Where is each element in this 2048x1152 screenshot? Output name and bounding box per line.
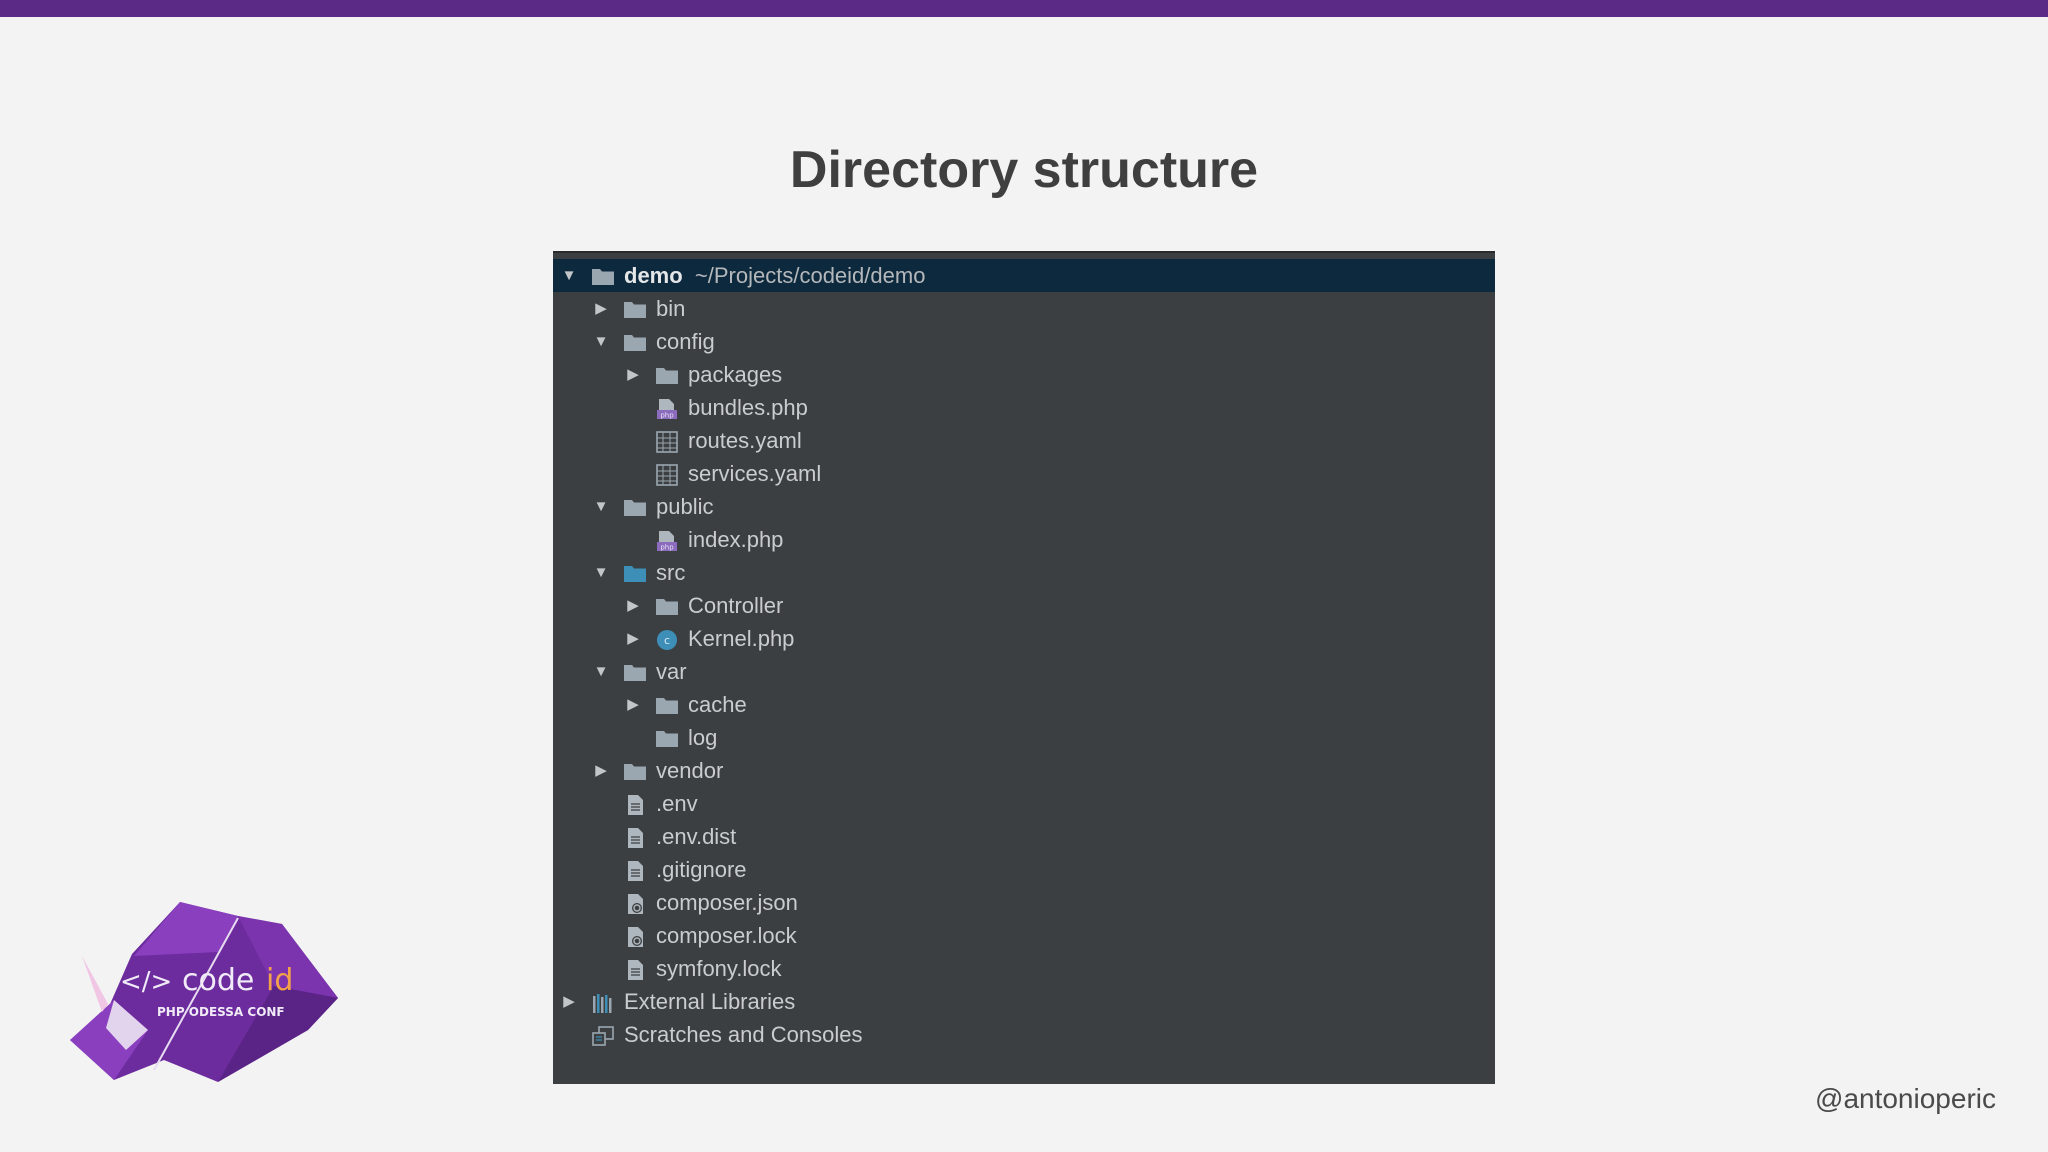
tree-item-label: Scratches and Consoles: [624, 1022, 863, 1047]
tree-item-label: src: [656, 560, 686, 585]
folder-icon: [623, 497, 647, 517]
tree-row-bin[interactable]: ▶ bin: [553, 292, 1495, 325]
folder-icon: [655, 728, 679, 748]
folder-icon: [623, 332, 647, 352]
logo-id-text: id: [266, 963, 293, 998]
tree-item-label: var: [656, 659, 687, 684]
tree-row-log[interactable]: log: [553, 721, 1495, 754]
composer-file-icon: [623, 926, 647, 947]
tree-item-label: packages: [688, 362, 783, 387]
tree-row-kernel-php[interactable]: ▶ c Kernel.php: [553, 622, 1495, 655]
tree-item-label: routes.yaml: [688, 428, 802, 453]
tree-root-label: demo ~/Projects/codeid/demo: [624, 259, 925, 292]
tree-item-label: External Libraries: [624, 989, 796, 1014]
tree-row-index-php[interactable]: php index.php: [553, 523, 1495, 556]
text-file-icon: [623, 794, 647, 815]
collapsed-arrow-icon[interactable]: ▶: [591, 754, 611, 787]
tree-item-label: composer.json: [656, 890, 798, 915]
expanded-arrow-icon[interactable]: ▼: [591, 490, 611, 523]
logo-code-brackets: </>: [120, 967, 172, 997]
tree-row-env-dist[interactable]: .env.dist: [553, 820, 1495, 853]
folder-icon: [623, 662, 647, 682]
tree-item-label: log: [688, 725, 718, 750]
logo-subtitle: PHP ODESSA CONF: [157, 1005, 285, 1019]
tree-row-env[interactable]: .env: [553, 787, 1495, 820]
collapsed-arrow-icon[interactable]: ▶: [559, 985, 579, 1018]
yaml-file-icon: [655, 464, 679, 486]
tree-row-demo[interactable]: ▼ demo ~/Projects/codeid/demo: [553, 259, 1495, 292]
codeid-conference-logo: </> code id PHP ODESSA CONF: [68, 900, 344, 1086]
tree-row-symfony-lock[interactable]: symfony.lock: [553, 952, 1495, 985]
folder-icon: [591, 266, 615, 286]
folder-icon: [655, 596, 679, 616]
libraries-icon: [591, 992, 615, 1013]
tree-row-public[interactable]: ▼ public: [553, 490, 1495, 523]
tree-row-vendor[interactable]: ▶ vendor: [553, 754, 1495, 787]
tree-item-label: cache: [688, 692, 747, 717]
tree-row-services-yaml[interactable]: services.yaml: [553, 457, 1495, 490]
expanded-arrow-icon[interactable]: ▼: [591, 556, 611, 589]
tree-row-packages[interactable]: ▶ packages: [553, 358, 1495, 391]
tree-row-composer-json[interactable]: composer.json: [553, 886, 1495, 919]
expanded-arrow-icon[interactable]: ▼: [591, 655, 611, 688]
project-tree-panel: ▼ demo ~/Projects/codeid/demo ▶ bin ▼ co…: [553, 251, 1495, 1084]
svg-text:php: php: [660, 544, 674, 552]
php-file-icon: php: [655, 398, 679, 420]
source-folder-icon: [623, 563, 647, 583]
tree-item-label: services.yaml: [688, 461, 822, 486]
accent-bar: [0, 0, 2048, 17]
tree-row-bundles-php[interactable]: php bundles.php: [553, 391, 1495, 424]
speaker-handle: @antonioperic: [1815, 1083, 1996, 1114]
tree-row-composer-lock[interactable]: composer.lock: [553, 919, 1495, 952]
collapsed-arrow-icon[interactable]: ▶: [623, 589, 643, 622]
tree-row-cache[interactable]: ▶ cache: [553, 688, 1495, 721]
yaml-file-icon: [655, 431, 679, 453]
php-file-icon: php: [655, 530, 679, 552]
collapsed-arrow-icon[interactable]: ▶: [591, 292, 611, 325]
folder-icon: [623, 299, 647, 319]
composer-file-icon: [623, 893, 647, 914]
tree-root-name: demo: [624, 263, 683, 288]
tree-item-label: config: [656, 329, 715, 354]
text-file-icon: [623, 959, 647, 980]
tree-row-external-libraries[interactable]: ▶ External Libraries: [553, 985, 1495, 1018]
tree-root-path: ~/Projects/codeid/demo: [694, 263, 926, 288]
tree-item-label: vendor: [656, 758, 724, 783]
logo-code-text: code: [182, 963, 254, 998]
slide-title: Directory structure: [789, 141, 1259, 199]
folder-icon: [655, 365, 679, 385]
tree-item-label: .gitignore: [656, 857, 747, 882]
text-file-icon: [623, 827, 647, 848]
svg-text:c: c: [664, 634, 670, 647]
tree-row-src[interactable]: ▼ src: [553, 556, 1495, 589]
expanded-arrow-icon[interactable]: ▼: [591, 325, 611, 358]
tree-item-label: Kernel.php: [688, 626, 795, 651]
tree-item-label: composer.lock: [656, 923, 797, 948]
folder-icon: [655, 695, 679, 715]
tree-row-routes-yaml[interactable]: routes.yaml: [553, 424, 1495, 457]
tree-row-scratches[interactable]: Scratches and Consoles: [553, 1018, 1495, 1051]
collapsed-arrow-icon[interactable]: ▶: [623, 358, 643, 391]
collapsed-arrow-icon[interactable]: ▶: [623, 688, 643, 721]
class-icon: c: [655, 629, 679, 650]
tree-item-label: symfony.lock: [656, 956, 782, 981]
tree-item-label: bin: [656, 296, 686, 321]
svg-text:php: php: [660, 412, 674, 420]
tree-item-label: bundles.php: [688, 395, 808, 420]
tree-item-label: index.php: [688, 527, 784, 552]
tree-row-gitignore[interactable]: .gitignore: [553, 853, 1495, 886]
scratches-icon: [591, 1025, 615, 1046]
tree-item-label: .env.dist: [656, 824, 737, 849]
expanded-arrow-icon[interactable]: ▼: [559, 259, 579, 292]
tree-row-config[interactable]: ▼ config: [553, 325, 1495, 358]
tree-row-var[interactable]: ▼ var: [553, 655, 1495, 688]
collapsed-arrow-icon[interactable]: ▶: [623, 622, 643, 655]
folder-icon: [623, 761, 647, 781]
tree-item-label: Controller: [688, 593, 784, 618]
tree-item-label: public: [656, 494, 714, 519]
text-file-icon: [623, 860, 647, 881]
tree-row-controller[interactable]: ▶ Controller: [553, 589, 1495, 622]
tree-item-label: .env: [656, 791, 698, 816]
